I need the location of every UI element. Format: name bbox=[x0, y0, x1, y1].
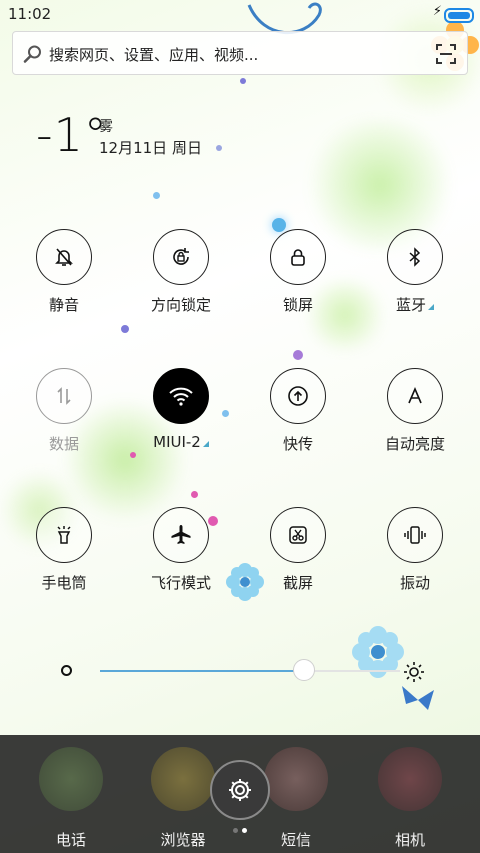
toggle-label-text: 蓝牙 bbox=[395, 296, 426, 314]
screenshot-icon bbox=[289, 526, 307, 544]
weather-condition: 雾 bbox=[99, 119, 113, 135]
search-bar[interactable]: 搜索网页、设置、应用、视频... bbox=[12, 31, 468, 75]
more-indicator-icon bbox=[202, 441, 209, 447]
brightness-slider-fill bbox=[100, 670, 305, 672]
messages-app-icon bbox=[264, 747, 328, 811]
more-indicator-icon bbox=[428, 304, 434, 310]
settings-button[interactable] bbox=[210, 760, 270, 820]
toggle-label: 截屏 bbox=[282, 574, 313, 592]
toggle-circle[interactable] bbox=[36, 507, 92, 563]
quick-transfer-icon bbox=[288, 386, 308, 406]
toggle-label: 自动亮度 bbox=[384, 435, 445, 453]
toggle-wifi[interactable]: MIUI-2 bbox=[131, 368, 231, 451]
toggle-airplane-mode[interactable]: 飞行模式 bbox=[131, 507, 231, 593]
vibrate-icon bbox=[404, 526, 426, 544]
app-camera[interactable]: 相机 bbox=[370, 747, 450, 850]
brightness-max-icon bbox=[404, 662, 424, 682]
toggle-circle[interactable] bbox=[387, 229, 443, 285]
lock-icon bbox=[291, 249, 305, 266]
wallpaper-decoration bbox=[216, 145, 222, 151]
mobile-data-icon bbox=[57, 387, 71, 405]
bell-off-icon bbox=[55, 248, 73, 266]
search-icon bbox=[23, 45, 41, 63]
toggle-circle[interactable] bbox=[270, 368, 326, 424]
toggle-circle[interactable] bbox=[387, 507, 443, 563]
toggle-label: 锁屏 bbox=[282, 296, 313, 314]
wallpaper-decoration bbox=[153, 192, 160, 199]
wallpaper-decoration bbox=[240, 78, 246, 84]
brightness-slider-handle[interactable] bbox=[293, 659, 315, 681]
toggle-vibrate[interactable]: 振动 bbox=[365, 507, 465, 593]
toggle-label: 飞行模式 bbox=[150, 574, 211, 592]
toggle-circle[interactable] bbox=[387, 368, 443, 424]
temperature: -1° bbox=[36, 108, 108, 162]
toggle-circle[interactable] bbox=[153, 507, 209, 563]
toggle-circle[interactable] bbox=[270, 507, 326, 563]
scan-icon[interactable] bbox=[435, 43, 457, 65]
toggle-auto-brightness[interactable]: 自动亮度 bbox=[365, 368, 465, 454]
camera-app-icon bbox=[378, 747, 442, 811]
toggle-label: 振动 bbox=[399, 574, 430, 592]
flashlight-icon bbox=[57, 526, 71, 544]
toggle-label: 数据 bbox=[48, 435, 79, 453]
wallpaper-decoration bbox=[130, 452, 136, 458]
charging-icon: ⚡ bbox=[432, 4, 442, 19]
toggle-circle[interactable] bbox=[270, 229, 326, 285]
toggle-circle[interactable] bbox=[153, 368, 209, 424]
status-time: 11:02 bbox=[8, 5, 52, 23]
page-indicator-dot-active bbox=[242, 828, 247, 833]
brightness-min-icon bbox=[61, 665, 72, 676]
airplane-icon bbox=[171, 525, 191, 544]
toggle-label: 蓝牙 bbox=[365, 294, 465, 315]
search-placeholder: 搜索网页、设置、应用、视频... bbox=[49, 46, 259, 64]
bluetooth-icon bbox=[409, 247, 421, 267]
toggle-label: MIUI-2 bbox=[131, 433, 231, 451]
wallpaper-decoration bbox=[293, 350, 303, 360]
battery-icon bbox=[444, 8, 474, 23]
toggle-label: 静音 bbox=[48, 296, 79, 314]
toggle-circle[interactable] bbox=[36, 368, 92, 424]
wifi-icon bbox=[169, 387, 193, 406]
toggle-screenshot[interactable]: 截屏 bbox=[248, 507, 348, 593]
app-label: 电话 bbox=[55, 831, 86, 849]
brightness-slider[interactable] bbox=[100, 659, 400, 681]
auto-brightness-icon bbox=[408, 386, 422, 404]
status-bar: 11:02 ⚡ bbox=[0, 0, 480, 28]
toggle-rotation-lock[interactable]: 方向锁定 bbox=[131, 229, 231, 315]
toggle-mobile-data[interactable]: 数据 bbox=[14, 368, 114, 454]
toggle-circle[interactable] bbox=[36, 229, 92, 285]
toggle-quick-transfer[interactable]: 快传 bbox=[248, 368, 348, 454]
app-label: 浏览器 bbox=[160, 831, 206, 849]
wallpaper-decoration bbox=[191, 491, 198, 498]
butterfly-decoration bbox=[402, 686, 434, 710]
toggle-silent[interactable]: 静音 bbox=[14, 229, 114, 315]
toggle-bluetooth[interactable]: 蓝牙 bbox=[365, 229, 465, 315]
toggle-lock-screen[interactable]: 锁屏 bbox=[248, 229, 348, 315]
page-indicator-dot bbox=[233, 828, 238, 833]
app-phone[interactable]: 电话 bbox=[31, 747, 111, 850]
rotation-lock-icon bbox=[173, 248, 189, 265]
app-label: 相机 bbox=[394, 831, 425, 849]
phone-app-icon bbox=[39, 747, 103, 811]
toggle-label: 方向锁定 bbox=[150, 296, 211, 314]
app-label: 短信 bbox=[280, 831, 311, 849]
gear-icon bbox=[229, 779, 251, 801]
toggle-label: 手电筒 bbox=[41, 574, 87, 592]
toggle-label-text: MIUI-2 bbox=[153, 433, 201, 451]
browser-app-icon bbox=[151, 747, 215, 811]
toggle-circle[interactable] bbox=[153, 229, 209, 285]
wallpaper-decoration bbox=[121, 325, 129, 333]
weather-date: 12月11日 周日 bbox=[99, 139, 202, 157]
toggle-flashlight[interactable]: 手电筒 bbox=[14, 507, 114, 593]
toggle-label: 快传 bbox=[282, 435, 313, 453]
